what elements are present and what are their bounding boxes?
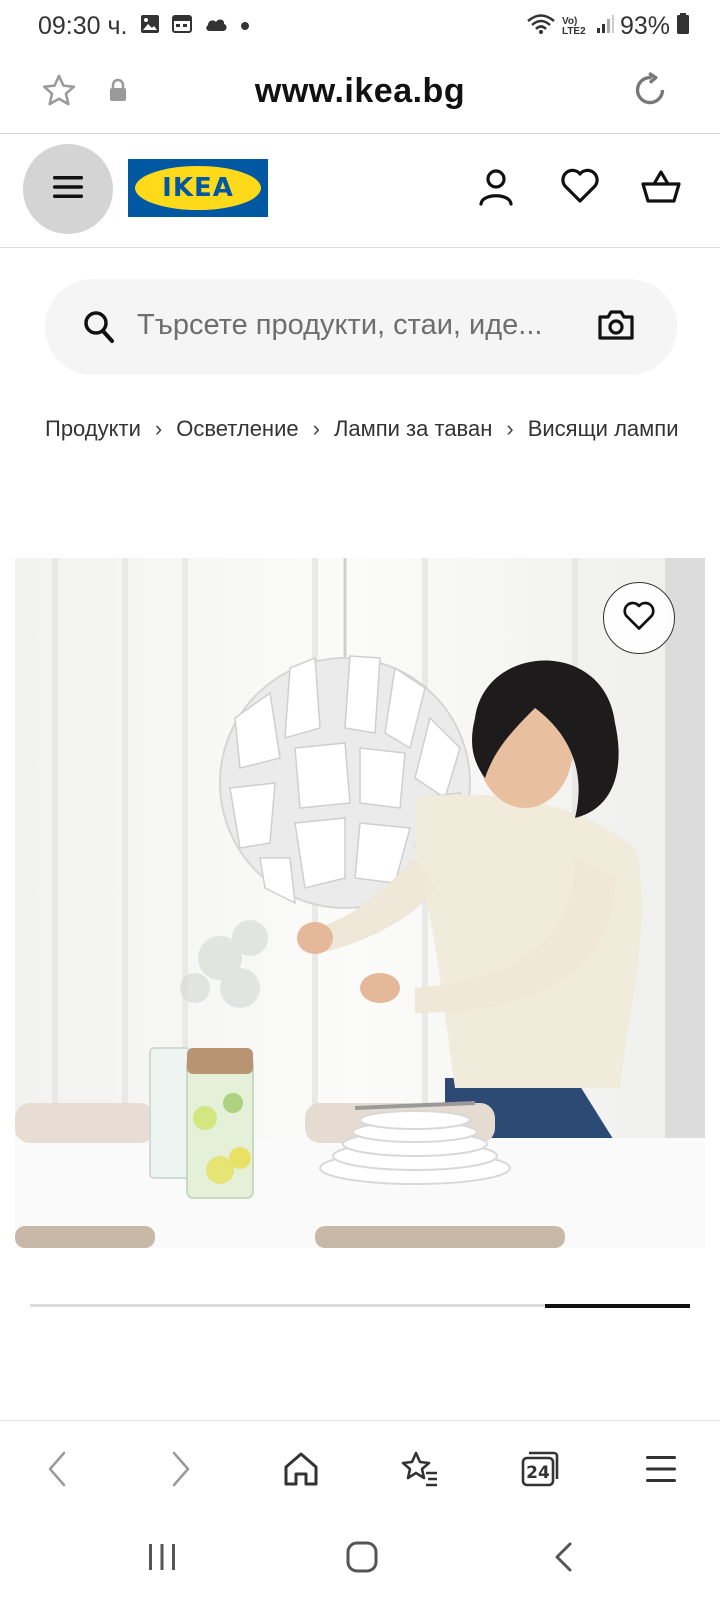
site-header: IKEA: [0, 134, 720, 248]
bookmarks-icon[interactable]: [400, 1449, 440, 1494]
tab-count: 24: [526, 1463, 550, 1483]
ikea-logo[interactable]: IKEA: [128, 159, 268, 217]
status-time: 09:30 ч.: [38, 12, 128, 40]
product-image[interactable]: [15, 558, 705, 1248]
notification-icons: [140, 14, 250, 39]
signal-icon: [596, 14, 614, 39]
shopping-basket-icon[interactable]: [640, 168, 682, 211]
hamburger-icon: [51, 174, 85, 205]
breadcrumb: Продукти › Осветление › Лампи за таван › Висящ…: [45, 415, 693, 449]
home-icon[interactable]: [282, 1449, 320, 1494]
search-bar[interactable]: Търсете продукти, стаи, иде...: [45, 279, 677, 375]
wishlist-heart-icon[interactable]: [560, 168, 600, 209]
battery-percent: 93%: [619, 12, 670, 40]
breadcrumb-separator: ›: [154, 416, 163, 442]
breadcrumb-separator: ›: [506, 416, 514, 442]
camera-search-icon[interactable]: [597, 309, 635, 346]
recent-apps-icon[interactable]: [146, 1540, 178, 1579]
reload-icon[interactable]: [630, 70, 670, 115]
image-icon: [140, 14, 160, 39]
status-right: Vo) LTE2 93%: [526, 12, 690, 41]
search-placeholder[interactable]: Търсете продукти, стаи, иде...: [137, 309, 542, 342]
wifi-icon: [526, 13, 556, 40]
browser-url-bar: www.ikea.bg: [0, 52, 720, 134]
search-icon[interactable]: [83, 310, 115, 349]
url-address[interactable]: www.ikea.bg: [0, 72, 720, 111]
browser-menu-icon[interactable]: [644, 1449, 678, 1494]
breadcrumb-item[interactable]: Висящи лампи: [528, 416, 679, 442]
browser-toolbar: 24: [0, 1420, 720, 1520]
heart-icon: [622, 601, 656, 636]
breadcrumb-item[interactable]: Осветление: [176, 416, 298, 442]
back-button-icon[interactable]: [552, 1540, 576, 1579]
tabs-icon[interactable]: 24: [520, 1449, 560, 1489]
forward-arrow-icon[interactable]: [166, 1449, 194, 1494]
breadcrumb-item[interactable]: Продукти: [45, 416, 141, 442]
system-navigation-bar: [0, 1520, 720, 1600]
account-icon[interactable]: [478, 168, 514, 213]
breadcrumb-separator: ›: [312, 416, 320, 442]
dot-icon: [240, 18, 250, 36]
home-button-icon[interactable]: [345, 1540, 379, 1579]
ikea-logo-oval: IKEA: [135, 166, 261, 210]
network-label: Vo) LTE2: [561, 15, 586, 37]
carousel-progress-indicator[interactable]: [544, 1303, 690, 1308]
battery-icon: [676, 13, 690, 40]
back-arrow-icon[interactable]: [44, 1449, 72, 1494]
add-to-favorites-button[interactable]: [603, 582, 675, 654]
cloud-icon: [204, 15, 228, 38]
product-photo: [15, 558, 705, 1248]
breadcrumb-item[interactable]: Лампи за таван: [334, 416, 492, 442]
calendar-icon: [172, 14, 192, 39]
status-bar: 09:30 ч. Vo) LTE2 93%: [0, 0, 720, 52]
ikea-logo-text: IKEA: [162, 173, 234, 203]
menu-button[interactable]: [23, 144, 113, 234]
carousel-progress-track[interactable]: [30, 1303, 690, 1308]
